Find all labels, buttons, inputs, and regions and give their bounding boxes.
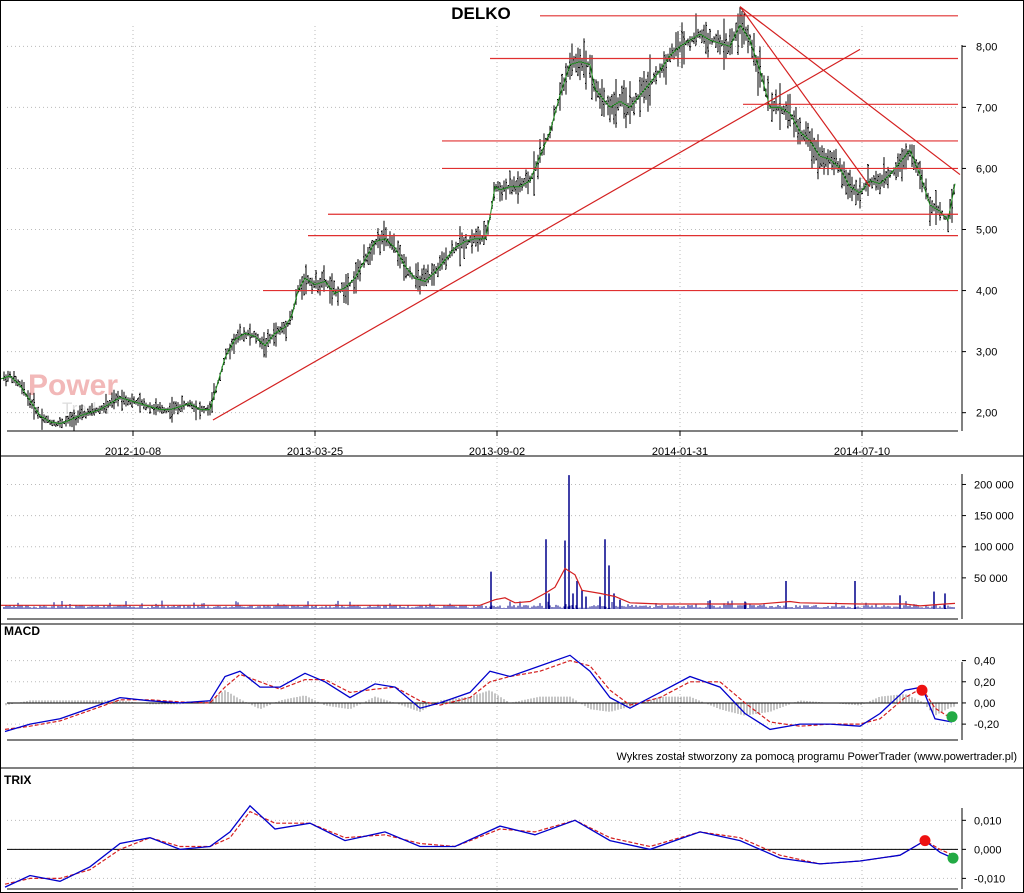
volume-axis-label: 200 000 [974,479,1014,491]
macd-axis-label: 0,00 [974,698,995,710]
trix-axis-label: 0,000 [974,844,1002,856]
trix-buy-signal-marker [947,852,959,864]
trix-sell-signal-marker [919,835,931,847]
trix-axis-label: 0,010 [974,815,1002,827]
volume-axis-label: 150 000 [974,511,1014,523]
price-axis-label: 8,00 [976,41,997,53]
price-axis-label: 6,00 [976,163,997,175]
price-axis-label: 3,00 [976,347,997,359]
price-axis-label: 7,00 [976,102,997,114]
trix-panel-label: TRIX [4,773,31,787]
powertrader-credit: Wykres został stworzony za pomocą progra… [616,751,1017,763]
macd-axis-label: 0,40 [974,656,995,668]
volume-axis-label: 50 000 [974,573,1008,585]
watermark-text-power: Power [28,369,118,402]
macd-buy-signal-marker [946,711,958,723]
macd-axis-label: -0,20 [974,719,999,731]
price-axis-label: 4,00 [976,286,997,298]
price-axis-label: 2,00 [976,408,997,420]
macd-axis-label: 0,20 [974,677,995,689]
trix-axis-label: -0,010 [974,873,1005,885]
volume-axis-label: 100 000 [974,542,1014,554]
macd-panel-label: MACD [4,624,40,638]
chart-title: DELKO [451,4,511,23]
stock-chart: Power Trader DELKO 2,003,004,005,006,007… [0,0,1024,893]
price-axis-label: 5,00 [976,225,997,237]
macd-sell-signal-marker [916,684,928,696]
